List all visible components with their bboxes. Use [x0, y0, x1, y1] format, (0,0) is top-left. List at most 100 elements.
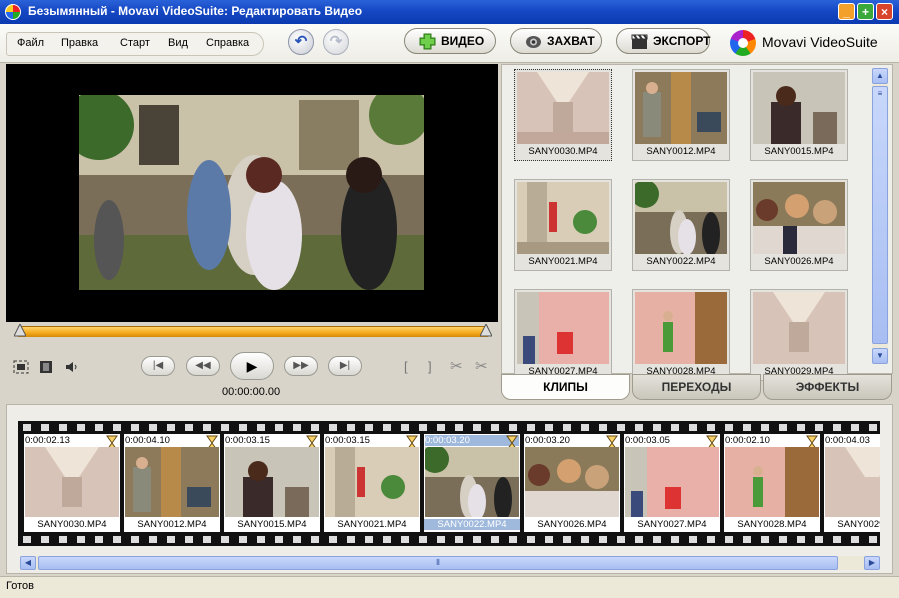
menu-bar: Файл Правка Старт Вид Справка: [6, 32, 264, 56]
clip-duration: 0:00:04.03: [825, 435, 870, 446]
status-text: Готов: [6, 580, 34, 592]
scroll-up-icon[interactable]: ▲: [872, 68, 888, 84]
clip-name: SANY0026.MP4: [764, 256, 834, 267]
maximize-button[interactable]: +: [857, 3, 874, 20]
clip-item[interactable]: SANY0015.MP4: [750, 69, 848, 161]
undo-icon: ↶: [294, 33, 308, 50]
scroll-thumb[interactable]: ≡: [872, 86, 888, 344]
clip-name: SANY0030.MP4: [37, 519, 107, 530]
storyboard-clip[interactable]: 0:00:02.13 SANY0030.MP4: [24, 434, 120, 532]
clip-thumbnail: [325, 447, 419, 517]
clip-item[interactable]: SANY0026.MP4: [750, 179, 848, 271]
storyboard-scrollbar[interactable]: ◀ ⦀ ▶: [20, 556, 880, 570]
storyboard-clip[interactable]: 0:00:04.03 SANY0029.MP4: [824, 434, 880, 532]
clip-item[interactable]: SANY0028.MP4: [632, 289, 730, 381]
scroll-left-icon[interactable]: ◀: [20, 556, 36, 570]
storyboard-filmstrip: 0:00:02.13 SANY0030.MP4 0:00:04.10 SANY0…: [18, 421, 880, 546]
volume-icon[interactable]: [65, 360, 79, 374]
film-holes-bottom: [18, 536, 880, 543]
clip-library: SANY0030.MP4 SANY0012.MP4 SANY0015.MP4 S…: [501, 64, 893, 381]
menu-edit[interactable]: Правка: [61, 37, 98, 49]
clip-item[interactable]: SANY0012.MP4: [632, 69, 730, 161]
tab-effects[interactable]: ЭФФЕКТЫ: [763, 374, 892, 400]
capture-button[interactable]: ЗАХВАТ: [510, 28, 602, 54]
menu-start[interactable]: Старт: [120, 37, 150, 49]
storyboard-clip-selected[interactable]: 0:00:03.20 SANY0022.MP4: [424, 434, 520, 532]
clip-thumbnail: [25, 447, 119, 517]
skip-back-icon: |◀: [152, 360, 164, 371]
clip-name: SANY0012.MP4: [646, 146, 716, 157]
export-button[interactable]: ЭКСПОРТ: [616, 28, 711, 54]
clip-name: SANY0015.MP4: [764, 146, 834, 157]
go-to-end-button[interactable]: ▶|: [328, 356, 362, 376]
app-icon: [5, 4, 21, 20]
clapperboard-icon: [631, 34, 648, 49]
storyboard-clip[interactable]: 0:00:03.05 SANY0027.MP4: [624, 434, 720, 532]
storyboard-clip[interactable]: 0:00:03.15 SANY0021.MP4: [324, 434, 420, 532]
clip-name: SANY0026.MP4: [537, 519, 607, 530]
scroll-down-icon[interactable]: ▼: [872, 348, 888, 364]
scissors-alt-icon[interactable]: ✂: [475, 357, 488, 375]
clip-name: SANY0028.MP4: [737, 519, 807, 530]
fullscreen-icon[interactable]: [13, 360, 29, 374]
storyboard-clip[interactable]: 0:00:02.10 SANY0028.MP4: [724, 434, 820, 532]
seek-track[interactable]: [18, 326, 488, 337]
plus-icon: [419, 33, 436, 50]
clip-thumbnail: [635, 72, 727, 144]
clip-duration: 0:00:02.10: [725, 435, 770, 446]
preview-frame-image: [79, 95, 424, 290]
play-button[interactable]: ▶: [230, 352, 274, 380]
fast-forward-icon: ▶▶: [293, 360, 309, 371]
redo-button[interactable]: ↷: [323, 29, 349, 55]
clip-thumbnail: [425, 447, 519, 517]
mark-in-icon[interactable]: [: [404, 359, 408, 374]
clip-name: SANY0021.MP4: [337, 519, 407, 530]
mark-out-icon[interactable]: ]: [428, 359, 432, 374]
clip-item[interactable]: SANY0022.MP4: [632, 179, 730, 271]
clip-name: SANY0015.MP4: [237, 519, 307, 530]
film-holes-top: [18, 424, 880, 431]
camera-icon: [526, 36, 541, 48]
menu-help[interactable]: Справка: [206, 37, 249, 49]
clip-duration: 0:00:03.20: [525, 435, 570, 446]
scroll-thumb[interactable]: ⦀: [38, 556, 838, 570]
close-button[interactable]: ×: [876, 3, 893, 20]
storyboard-clip[interactable]: 0:00:03.20 SANY0026.MP4: [524, 434, 620, 532]
skip-forward-icon: ▶|: [339, 360, 351, 371]
fast-forward-button[interactable]: ▶▶: [284, 356, 318, 376]
clip-thumbnail: [753, 292, 845, 364]
seek-end-marker-icon[interactable]: [480, 324, 492, 340]
film-icon[interactable]: [39, 360, 53, 374]
seek-start-marker-icon[interactable]: [14, 324, 26, 340]
clip-name: SANY0022.MP4: [646, 256, 716, 267]
clip-thumbnail: [635, 182, 727, 254]
brand-name: Movavi VideoSuite: [762, 34, 878, 50]
tab-clips[interactable]: КЛИПЫ: [501, 374, 630, 400]
go-to-start-button[interactable]: |◀: [141, 356, 175, 376]
scissors-icon[interactable]: ✂: [450, 357, 463, 375]
clip-item[interactable]: SANY0030.MP4: [514, 69, 612, 161]
clip-library-scrollbar[interactable]: ▲ ≡ ▼: [872, 68, 888, 364]
undo-button[interactable]: ↶: [288, 29, 314, 55]
clip-item[interactable]: SANY0029.MP4: [750, 289, 848, 381]
clip-name: SANY0021.MP4: [528, 256, 598, 267]
seek-bar[interactable]: [14, 324, 492, 340]
tab-transitions[interactable]: ПЕРЕХОДЫ: [632, 374, 761, 400]
clip-item[interactable]: SANY0021.MP4: [514, 179, 612, 271]
clip-thumbnail: [635, 292, 727, 364]
menu-file[interactable]: Файл: [17, 37, 44, 49]
rewind-button[interactable]: ◀◀: [186, 356, 220, 376]
clip-thumbnail: [625, 447, 719, 517]
storyboard-clip[interactable]: 0:00:04.10 SANY0012.MP4: [124, 434, 220, 532]
clip-item[interactable]: SANY0027.MP4: [514, 289, 612, 381]
redo-icon: ↷: [329, 33, 343, 50]
scroll-right-icon[interactable]: ▶: [864, 556, 880, 570]
clip-thumbnail: [517, 72, 609, 144]
minimize-button[interactable]: _: [838, 3, 855, 20]
clip-thumbnail: [517, 292, 609, 364]
clip-name: SANY0022.MP4: [424, 519, 520, 530]
menu-view[interactable]: Вид: [168, 37, 188, 49]
storyboard-clip[interactable]: 0:00:03.15 SANY0015.MP4: [224, 434, 320, 532]
video-button[interactable]: ВИДЕО: [404, 28, 496, 54]
play-icon: ▶: [246, 358, 258, 374]
